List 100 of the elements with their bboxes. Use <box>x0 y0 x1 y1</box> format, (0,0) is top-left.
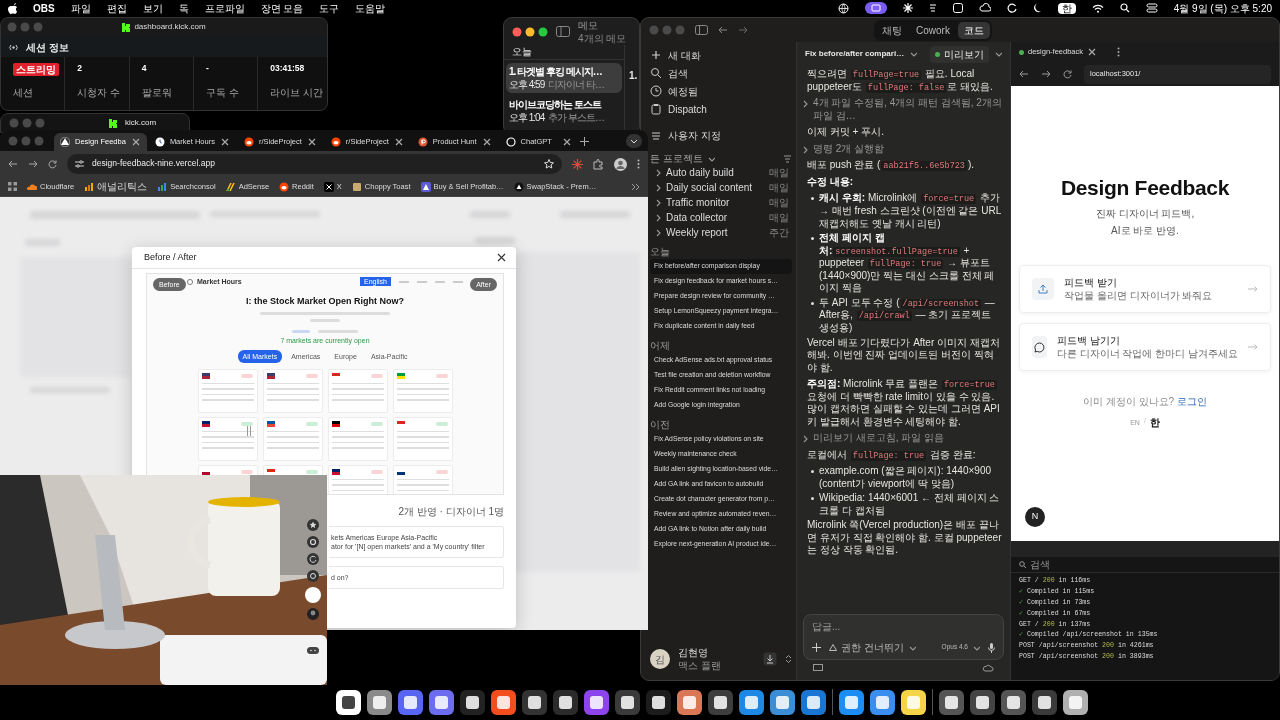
tool-summary-toggle[interactable]: 4개 파일 수정됨, 4개의 패턴 검색됨, 2개의 파일 검… <box>801 97 1002 123</box>
app-icon[interactable] <box>491 689 516 715</box>
app-icon[interactable] <box>708 689 733 715</box>
apple-logo-icon[interactable] <box>8 2 17 14</box>
caret-icon[interactable] <box>909 50 918 58</box>
app-icon[interactable] <box>770 689 795 715</box>
cloud-icon[interactable] <box>982 664 994 672</box>
sidebar-nav-item[interactable]: Dispatch <box>650 100 792 118</box>
sidebar-nav-item[interactable]: 검색 <box>650 64 792 82</box>
zoom-button[interactable] <box>538 27 548 36</box>
menu-item[interactable]: 보기 <box>142 1 163 15</box>
search-icon[interactable] <box>1119 3 1130 13</box>
menu-item[interactable]: 편집 <box>106 1 127 15</box>
slider-handle-icon[interactable] <box>247 426 251 436</box>
wifi-icon[interactable] <box>1091 3 1104 13</box>
option-card[interactable]: 피드백 남기기 다른 디자이너 작업에 한마디 남겨주세요 <box>1019 323 1271 372</box>
app-icon[interactable] <box>870 689 895 715</box>
language-toggle[interactable]: 한 <box>1149 416 1160 430</box>
tab-search-icon[interactable] <box>626 134 642 148</box>
sidebar-icon[interactable] <box>556 26 570 37</box>
scheduled-task[interactable]: Weekly report 주간 <box>650 225 792 240</box>
scheduled-task[interactable]: Traffic monitor 매일 <box>650 195 792 210</box>
dev-indicator-button[interactable]: N <box>1025 507 1045 527</box>
close-icon[interactable] <box>497 253 506 262</box>
menu-bar-clock[interactable]: 4월 9일 (목) 오후 5:20 <box>1173 1 1272 15</box>
projects-dropdown[interactable]: 든 프로젝트 <box>650 152 715 165</box>
refresh-icon[interactable] <box>1006 3 1017 13</box>
back-arrow-icon[interactable] <box>1019 70 1029 78</box>
app-icon[interactable] <box>336 689 361 715</box>
menu-item[interactable]: 프로파일 <box>204 1 245 15</box>
forward-arrow-icon[interactable] <box>1041 70 1051 78</box>
puzzle-icon[interactable] <box>593 158 604 170</box>
app-icon[interactable] <box>939 689 964 715</box>
gear-icon[interactable] <box>307 536 319 548</box>
microphone-icon[interactable] <box>988 642 995 653</box>
permission-dropdown[interactable]: 권한 건너뛰기 <box>829 641 916 654</box>
option-card[interactable]: 피드백 받기 작업물 올리면 디자이너가 봐줘요 <box>1019 265 1271 314</box>
app-icon[interactable] <box>970 689 995 715</box>
app-icon[interactable] <box>398 689 423 715</box>
app-icon[interactable] <box>739 689 764 715</box>
note-item[interactable]: 바이브코딩하는 토스트 오후 1:04 추가 부스트… <box>506 96 622 126</box>
app-icon[interactable] <box>367 689 392 715</box>
caret-icon[interactable] <box>994 50 1002 58</box>
app-icon[interactable] <box>460 689 485 715</box>
app-icon[interactable] <box>677 689 702 715</box>
address-bar[interactable]: design-feedback-nine.vercel.app <box>67 154 562 174</box>
profile-avatar-icon[interactable] <box>614 157 627 171</box>
apps-grid-icon[interactable] <box>8 182 17 191</box>
forward-arrow-icon[interactable] <box>738 26 748 34</box>
expand-icon[interactable] <box>785 654 792 664</box>
shutter-button[interactable] <box>305 587 321 603</box>
refresh-icon[interactable] <box>307 570 319 582</box>
plus-icon[interactable] <box>812 643 821 652</box>
menu-item[interactable]: 장면 모음 <box>260 1 304 15</box>
bookmark[interactable]: 애널리틱스 <box>84 180 148 193</box>
login-link[interactable]: 로그인 <box>1176 396 1207 408</box>
minimize-button[interactable] <box>525 27 535 36</box>
star-icon[interactable] <box>544 159 554 169</box>
screen-share-icon[interactable] <box>864 2 887 14</box>
preview-button[interactable]: 미리보기 <box>930 45 989 63</box>
app-icon[interactable] <box>584 689 609 715</box>
tool-summary-toggle[interactable]: 미리보기 새로고침, 파일 읽음 <box>801 432 945 445</box>
app-icon[interactable] <box>1032 689 1057 715</box>
rotate-icon[interactable] <box>307 553 319 565</box>
back-arrow-icon[interactable] <box>718 26 728 34</box>
reload-icon[interactable] <box>48 159 57 169</box>
monitor-icon[interactable] <box>813 664 823 672</box>
sidebar-nav-item[interactable]: 사용자 지정 <box>650 126 792 144</box>
app-icon[interactable] <box>839 689 864 715</box>
reload-icon[interactable] <box>1063 69 1072 79</box>
sparkle-icon[interactable] <box>572 158 583 170</box>
app-icon[interactable] <box>646 689 671 715</box>
asterisk-icon[interactable] <box>902 3 913 13</box>
new-tab-icon[interactable] <box>579 137 589 146</box>
app-icon[interactable] <box>1063 689 1088 715</box>
scheduled-task[interactable]: Auto daily build 매일 <box>650 165 792 180</box>
mode-tab[interactable]: 코드 <box>957 21 990 39</box>
note-item[interactable]: 1. 타겟별 후킹 메시지… 오후 4:59 디자이너 타… <box>506 63 622 93</box>
input-source-indicator[interactable]: 한 <box>1057 2 1076 14</box>
terminal-search-field[interactable]: 검색 <box>1011 557 1279 573</box>
app-icon[interactable] <box>615 689 640 715</box>
app-icon[interactable] <box>429 689 454 715</box>
user-avatar[interactable]: 김 <box>650 649 670 669</box>
menu-item[interactable]: 도움말 <box>355 1 386 15</box>
filter-icon[interactable] <box>783 154 792 163</box>
sidebar-nav-item[interactable]: 예정됨 <box>650 82 792 100</box>
scheduled-task[interactable]: Daily social content 매일 <box>650 180 792 195</box>
back-arrow-icon[interactable] <box>8 160 18 168</box>
forward-arrow-icon[interactable] <box>28 160 38 168</box>
app-icon[interactable] <box>1001 689 1026 715</box>
avatar-icon[interactable] <box>307 608 319 620</box>
download-icon[interactable] <box>763 652 777 666</box>
app-icon[interactable] <box>553 689 578 715</box>
reply-field[interactable]: 답글... <box>812 620 995 633</box>
control-center-icon[interactable] <box>1145 3 1158 13</box>
square-icon[interactable] <box>952 3 963 13</box>
more-bookmarks-icon[interactable] <box>631 182 640 191</box>
mode-tab[interactable]: 채팅 <box>876 21 908 39</box>
mode-tab[interactable]: Cowork <box>910 21 956 39</box>
app-icon[interactable] <box>801 689 826 715</box>
